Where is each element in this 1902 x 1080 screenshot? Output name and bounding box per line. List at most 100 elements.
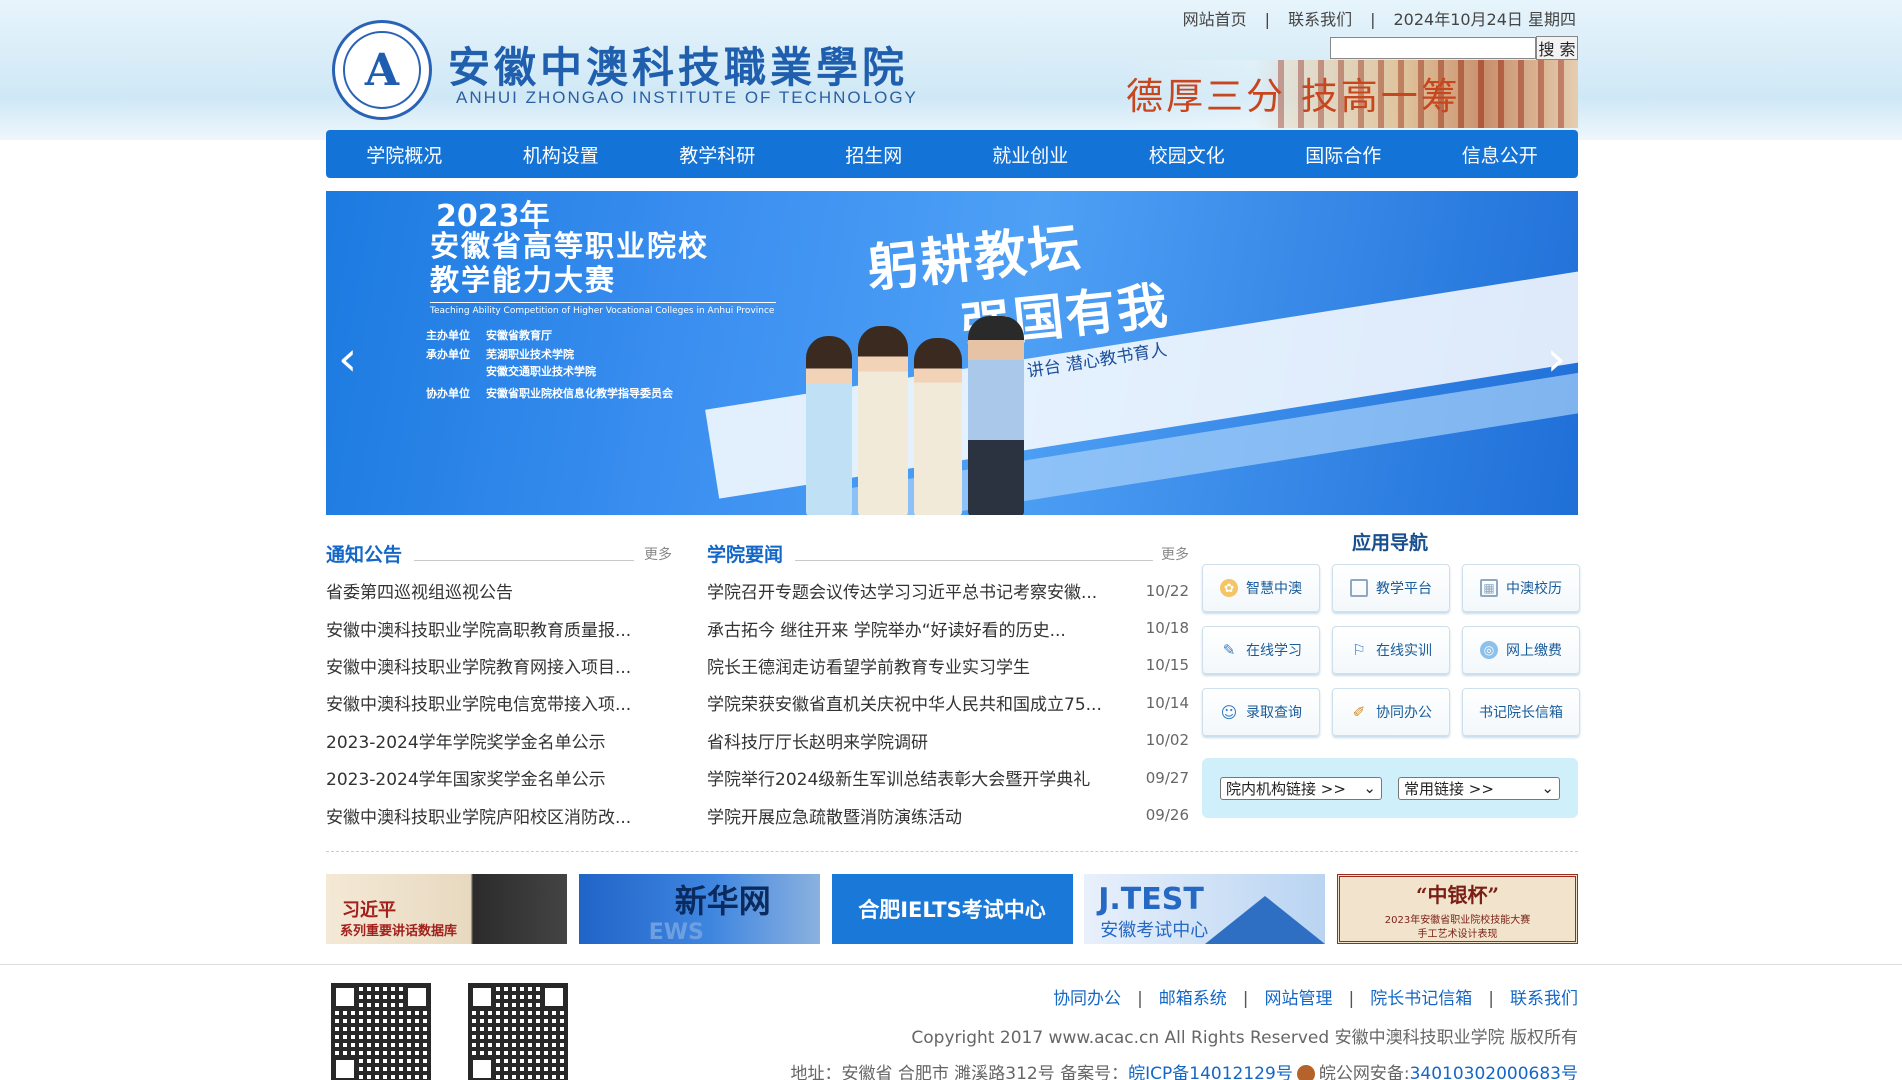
list-item[interactable]: 2023-2024学年学院奖学金名单公示 [326, 722, 672, 759]
xinhua-link[interactable]: 新华网 EWS [578, 874, 820, 944]
footer-link-contact[interactable]: 联系我们 [1510, 989, 1578, 1009]
logo-mark: A [343, 31, 421, 109]
nav-item-info-disclosure[interactable]: 信息公开 [1422, 141, 1579, 168]
main-nav: 学院概况 机构设置 教学科研 招生网 就业创业 校园文化 国际合作 信息公开 [326, 130, 1578, 178]
person-figure [858, 326, 908, 515]
nav-item-teaching[interactable]: 教学科研 [639, 141, 796, 168]
footer-divider [0, 964, 1902, 965]
news-more-link[interactable]: 更多 [1161, 544, 1189, 564]
police-badge-icon [1296, 1065, 1315, 1080]
app-office-button[interactable]: ✐ 协同办公 [1332, 688, 1450, 736]
footer-link-office[interactable]: 协同办公 [1053, 989, 1121, 1009]
banner-organizer-row: 承办单位 芜湖职业技术学院 [426, 348, 574, 361]
notice-title: 通知公告 [326, 544, 403, 566]
motto-text: 德厚三分 技高一筹 [1126, 75, 1461, 118]
banner-next-arrow[interactable]: › [1547, 331, 1566, 387]
globe-icon: ◎ [1480, 641, 1498, 659]
divider [795, 560, 1153, 561]
calendar-icon: ▦ [1480, 579, 1498, 597]
copyright: Copyright 2017 www.acac.cn All Rights Re… [911, 1028, 1578, 1048]
search-input[interactable] [1330, 37, 1536, 59]
list-item[interactable]: 安徽中澳科技职业学院电信宽带接入项... [326, 684, 672, 721]
badge-icon: ✿ [1220, 579, 1238, 597]
jtest-link[interactable]: J.TEST 安徽考试中心 [1084, 874, 1326, 944]
separator: | [1370, 10, 1376, 29]
list-item[interactable]: 安徽中澳科技职业学院庐阳校区消防改... [326, 796, 672, 833]
college-name-cn[interactable]: 安徽中澳科技職業學院 [448, 34, 908, 95]
banner-title-line2: 教学能力大赛 [430, 263, 617, 297]
common-links-select[interactable]: 常用链接 >> ⌄ [1398, 776, 1560, 800]
footer-address: 地址：安徽省 合肥市 濉溪路312号 备案号：皖ICP备14012129号 皖公网… [790, 1059, 1578, 1080]
list-item[interactable]: 2023-2024学年国家奖学金名单公示 [326, 759, 672, 796]
list-item[interactable]: 安徽中澳科技职业学院教育网接入项目... [326, 647, 672, 684]
footer-link-admin[interactable]: 网站管理 [1265, 989, 1333, 1009]
link-banners: 习近平 系列重要讲话数据库 新华网 EWS 合肥IELTS考试中心 J.TEST… [326, 874, 1578, 944]
app-navigation: 应用导航 ✿ 智慧中澳 教学平台 ▦ 中澳校历 ✎ 在线学习 ⚐ 在线实训 ◎ 网上缴费 … [1202, 528, 1580, 818]
list-item[interactable]: 省科技厅厅长赵明来学院调研 10/02 [707, 722, 1189, 759]
person-figure [806, 336, 852, 515]
list-item[interactable]: 省委第四巡视组巡视公告 [326, 572, 672, 609]
app-admission-query-button[interactable]: ☺ 录取查询 [1202, 688, 1320, 736]
app-online-payment-button[interactable]: ◎ 网上缴费 [1462, 626, 1580, 674]
ielts-center-link[interactable]: 合肥IELTS考试中心 [831, 874, 1073, 944]
user-icon: ☺ [1220, 702, 1238, 722]
notice-section: 通知公告 更多 省委第四巡视组巡视公告 安徽中澳科技职业学院高职教育质量报...… [326, 540, 672, 834]
qr-code-app [468, 983, 568, 1080]
list-item[interactable]: 学院召开专题会议传达学习习近平总书记考察安徽... 10/22 [707, 572, 1189, 609]
banner-organizer-row: 安徽交通职业技术学院 [486, 365, 596, 378]
footer-link-mailbox[interactable]: 院长书记信箱 [1370, 989, 1472, 1009]
list-item[interactable]: 学院荣获安徽省直机关庆祝中华人民共和国成立75... 10/14 [707, 684, 1189, 721]
zhongyin-cup-link[interactable]: “中银杯” 2023年安徽省职业院校技能大赛 手工艺术设计表现 [1337, 874, 1578, 944]
divider [326, 851, 1578, 852]
note-icon: ✐ [1352, 703, 1366, 721]
footer-link-mail[interactable]: 邮箱系统 [1159, 989, 1227, 1009]
current-date: 2024年10月24日 星期四 [1393, 10, 1576, 29]
list-item[interactable]: 承古拓今 继往开来 学院举办“好读好看的历史... 10/18 [707, 609, 1189, 646]
top-links: 网站首页 | 联系我们 | 2024年10月24日 星期四 [1181, 6, 1578, 30]
contact-link[interactable]: 联系我们 [1288, 10, 1352, 29]
nav-item-international[interactable]: 国际合作 [1265, 141, 1422, 168]
nav-item-about[interactable]: 学院概况 [326, 141, 483, 168]
college-logo-seal[interactable]: A [332, 20, 432, 120]
hero-banner[interactable]: 2023年 安徽省高等职业院校 教学能力大赛 Teaching Ability … [326, 191, 1578, 515]
footer-links: 协同办公 | 邮箱系统 | 网站管理 | 院长书记信箱 | 联系我们 [1053, 989, 1578, 1009]
edit-icon: ✎ [1222, 641, 1236, 659]
home-link[interactable]: 网站首页 [1183, 10, 1247, 29]
police-record-link[interactable]: 34010302000683号 [1410, 1064, 1578, 1080]
notice-header: 通知公告 更多 [326, 540, 672, 572]
link-selectors: 院内机构链接 >> ⌄ 常用链接 >> ⌄ [1202, 758, 1578, 818]
tag-icon: ⚐ [1352, 641, 1366, 659]
icp-link[interactable]: 皖ICP备14012129号 [1128, 1064, 1293, 1080]
nav-item-employment[interactable]: 就业创业 [952, 141, 1109, 168]
banner-photo-people [806, 316, 1036, 515]
list-item[interactable]: 学院举行2024级新生军训总结表彰大会暨开学典礼 09/27 [707, 759, 1189, 796]
internal-links-select[interactable]: 院内机构链接 >> ⌄ [1220, 776, 1382, 800]
app-smart-campus-button[interactable]: ✿ 智慧中澳 [1202, 564, 1320, 612]
motto-banner: 德厚三分 技高一筹 [1116, 60, 1578, 128]
person-figure [914, 338, 962, 515]
list-item[interactable]: 安徽中澳科技职业学院高职教育质量报... [326, 609, 672, 646]
qr-code-wechat [331, 983, 431, 1080]
banner-organizer-row: 主办单位 安徽省教育厅 [426, 329, 552, 342]
app-online-training-button[interactable]: ⚐ 在线实训 [1332, 626, 1450, 674]
nav-item-campus-culture[interactable]: 校园文化 [1109, 141, 1266, 168]
app-online-learning-button[interactable]: ✎ 在线学习 [1202, 626, 1320, 674]
app-teaching-platform-button[interactable]: 教学平台 [1332, 564, 1450, 612]
news-list: 学院召开专题会议传达学习习近平总书记考察安徽... 10/22 承古拓今 继往开来… [707, 572, 1189, 834]
chevron-down-icon: ⌄ [1541, 779, 1554, 797]
xi-speech-database-link[interactable]: 习近平 系列重要讲话数据库 [326, 874, 567, 944]
list-item[interactable]: 院长王德润走访看望学前教育专业实习学生 10/15 [707, 647, 1189, 684]
nav-item-admissions[interactable]: 招生网 [796, 141, 953, 168]
news-header: 学院要闻 更多 [707, 540, 1189, 572]
divider [414, 560, 634, 561]
nav-item-departments[interactable]: 机构设置 [483, 141, 640, 168]
app-calendar-button[interactable]: ▦ 中澳校历 [1462, 564, 1580, 612]
list-item[interactable]: 学院开展应急疏散暨消防演练活动 09/26 [707, 796, 1189, 833]
notice-list: 省委第四巡视组巡视公告 安徽中澳科技职业学院高职教育质量报... 安徽中澳科技职… [326, 572, 672, 834]
search-button[interactable]: 搜 索 [1536, 36, 1578, 60]
banner-prev-arrow[interactable]: ‹ [338, 331, 357, 387]
app-mailbox-button[interactable]: 书记院长信箱 [1462, 688, 1580, 736]
notice-more-link[interactable]: 更多 [644, 544, 672, 564]
chevron-down-icon: ⌄ [1363, 779, 1376, 797]
app-grid: ✿ 智慧中澳 教学平台 ▦ 中澳校历 ✎ 在线学习 ⚐ 在线实训 ◎ 网上缴费 ☺ 录取查询… [1202, 564, 1580, 736]
